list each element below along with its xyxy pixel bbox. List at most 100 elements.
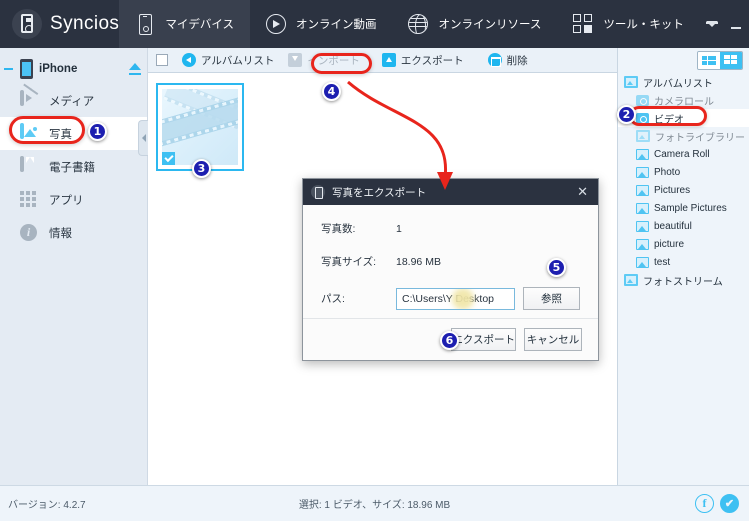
eject-icon[interactable]	[129, 63, 141, 75]
album-item-album-list[interactable]: アルバムリスト	[618, 73, 749, 91]
import-icon	[288, 53, 303, 67]
photo-count-row: 写真数: 1	[321, 221, 580, 236]
photo-size-label: 写真サイズ:	[321, 256, 377, 268]
sidebar-item-label: メディア	[49, 95, 95, 108]
version-label: バージョン: 4.2.7	[8, 500, 86, 511]
path-input-value: C:\Users\Y Desktop	[402, 292, 495, 305]
folder-photo-icon	[624, 274, 638, 286]
toolbar-export-label: エクスポート	[400, 54, 464, 67]
social-links: f ✔	[695, 494, 749, 513]
grid-view-icon[interactable]	[720, 52, 742, 69]
sidebar-item-media[interactable]: メディア	[0, 84, 147, 117]
album-item-photo[interactable]: Photo	[618, 163, 749, 181]
folder-photo-icon	[624, 76, 638, 88]
album-item-beautiful[interactable]: beautiful	[618, 217, 749, 235]
tab-online-video-label: オンライン動画	[295, 19, 377, 31]
tab-toolkit-label: ツール・キット	[603, 19, 684, 31]
tab-my-device-label: マイデバイス	[165, 19, 234, 31]
step-badge-2: 2	[617, 105, 636, 124]
back-arrow-icon	[182, 53, 196, 67]
photo-size-value: 18.96 MB	[396, 255, 441, 268]
album-item-label: Camera Roll	[654, 148, 710, 160]
dialog-title: 写真をエクスポート	[332, 186, 427, 199]
book-icon	[20, 155, 40, 176]
album-panel-toolbar	[618, 48, 749, 73]
album-item-label: Photo	[654, 166, 681, 178]
delete-icon	[487, 53, 502, 67]
browse-button[interactable]: 参照	[523, 287, 580, 310]
app-brand: Syncios	[0, 0, 119, 48]
globe-icon	[406, 11, 430, 37]
sidebar-device-iphone[interactable]: iPhone	[0, 54, 147, 84]
sidebar-item-label: アプリ	[49, 194, 84, 207]
app-name: Syncios	[50, 13, 120, 34]
apps-icon	[20, 190, 40, 209]
tab-toolkit[interactable]: ツール・キット	[557, 0, 700, 48]
dialog-title-bar: 写真をエクスポート ✕	[303, 179, 598, 205]
thumbnail-grid	[148, 73, 617, 171]
info-icon: i	[20, 223, 40, 242]
album-item-picture[interactable]: picture	[618, 235, 749, 253]
toolbar-album-list-button[interactable]: アルバムリスト	[182, 53, 274, 68]
album-item-photo-stream[interactable]: フォトストリーム	[618, 271, 749, 289]
step-badge-6: 6	[440, 331, 459, 350]
minimize-button[interactable]	[724, 9, 748, 39]
sidebar-item-info[interactable]: i 情報	[0, 216, 147, 249]
album-item-test[interactable]: test	[618, 253, 749, 271]
picture-icon	[636, 238, 649, 250]
content-toolbar: アルバムリスト インポート エクスポート 削除	[148, 48, 617, 73]
sidebar: iPhone メディア 写真 電子書籍 アプリ i 情報	[0, 48, 148, 485]
toolbar-delete-button[interactable]: 削除	[487, 53, 528, 68]
dialog-close-button[interactable]: ✕	[573, 184, 592, 200]
path-input[interactable]: C:\Users\Y Desktop	[396, 287, 515, 310]
select-all-checkbox[interactable]	[156, 54, 168, 66]
video-thumbnail[interactable]	[156, 83, 244, 171]
thumbnail-checkbox[interactable]	[162, 152, 175, 165]
picture-icon	[636, 202, 649, 214]
camera-icon	[636, 94, 649, 106]
tab-online-video[interactable]: オンライン動画	[250, 0, 393, 48]
album-item-camera-roll[interactable]: Camera Roll	[618, 145, 749, 163]
photo-size-row: 写真サイズ: 18.96 MB	[321, 254, 580, 269]
album-item-label: test	[654, 256, 671, 268]
play-circle-icon	[264, 11, 288, 37]
highlight-photos-sidebar	[9, 116, 85, 144]
facebook-icon[interactable]: f	[695, 494, 714, 513]
picture-icon	[636, 220, 649, 232]
media-icon	[20, 89, 40, 110]
album-item-label: Pictures	[654, 184, 691, 196]
toolbar-export-button[interactable]: エクスポート	[381, 53, 464, 68]
step-badge-3: 3	[192, 159, 211, 178]
album-item-sample-pictures[interactable]: Sample Pictures	[618, 199, 749, 217]
picture-icon	[636, 256, 649, 268]
folder-photo-icon	[636, 130, 650, 142]
tab-my-device[interactable]: マイデバイス	[119, 0, 250, 48]
album-item-pictures[interactable]: Pictures	[618, 181, 749, 199]
export-button[interactable]: エクスポート	[451, 328, 516, 351]
step-badge-4: 4	[322, 82, 341, 101]
app-logo-icon	[12, 9, 42, 39]
list-view-icon[interactable]	[698, 52, 720, 69]
highlight-video-album	[629, 106, 707, 126]
sidebar-item-ebooks[interactable]: 電子書籍	[0, 150, 147, 183]
cancel-button[interactable]: キャンセル	[524, 328, 582, 351]
sidebar-item-label: 情報	[49, 227, 72, 240]
expander-minus-icon[interactable]	[4, 68, 13, 70]
twitter-icon[interactable]: ✔	[720, 494, 739, 513]
album-item-photo-library[interactable]: フォトライブラリー	[618, 127, 749, 145]
sidebar-item-apps[interactable]: アプリ	[0, 183, 147, 216]
album-item-label: picture	[654, 238, 685, 250]
step-badge-1: 1	[88, 122, 107, 141]
collapse-ribbon-button[interactable]	[700, 9, 724, 39]
redaction-blur	[452, 288, 474, 309]
status-bar: バージョン: 4.2.7 選択: 1 ビデオ、サイズ: 18.96 MB f ✔	[0, 485, 749, 521]
tab-online-resources[interactable]: オンラインリソース	[392, 0, 557, 48]
path-label: パス:	[321, 293, 345, 305]
highlight-export-toolbar	[311, 53, 372, 74]
step-badge-5: 5	[547, 258, 566, 277]
picture-icon	[636, 166, 649, 178]
selection-summary: 選択: 1 ビデオ、サイズ: 18.96 MB	[298, 500, 451, 511]
device-label: iPhone	[39, 63, 78, 75]
sidebar-collapse-handle[interactable]	[138, 120, 148, 156]
picture-icon	[636, 184, 649, 196]
